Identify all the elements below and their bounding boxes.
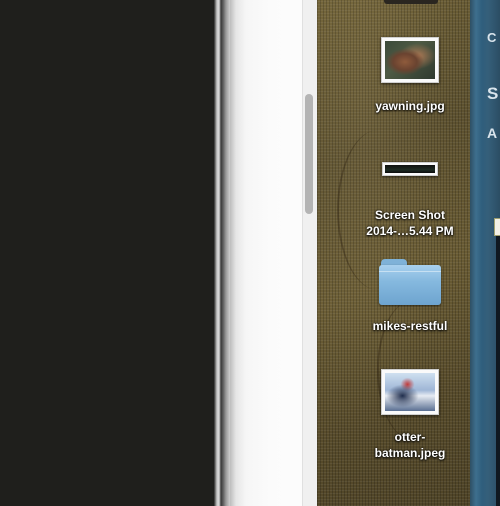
desktop-icon-label: Screen Shot 2014-…5.44 PM [366,208,454,238]
right-window-text-fragment: C [487,30,497,45]
folder-highlight [379,271,441,272]
image-thumbnail-icon [381,37,439,83]
vertical-scrollbar-track[interactable] [302,0,317,506]
screenshot-thumbnail-icon [382,162,438,176]
image-thumbnail-icon [381,369,439,415]
partial-desktop-icon[interactable] [384,0,438,4]
right-window-control[interactable] [494,218,500,236]
desktop-icon-label: mikes-restful [372,319,448,333]
right-window-border [496,218,500,506]
screenshot-preview [385,165,435,173]
right-window-text-fragment: S [487,84,499,103]
desktop-icon-otter-batman[interactable]: otter- batman.jpeg [355,369,465,461]
desktop-icon-screenshot[interactable]: Screen Shot 2014-…5.44 PM [355,162,465,239]
dark-window-pane [0,0,214,506]
vertical-scrollbar-thumb[interactable] [305,94,313,214]
desktop-icon-label: yawning.jpg [375,99,445,113]
desktop-icon-mikes-restful[interactable]: mikes-restful [355,259,465,334]
screen: yawning.jpg Screen Shot 2014-…5.44 PM mi… [0,0,500,506]
yawning-photo [385,41,435,79]
window-divider [214,0,230,506]
otter-batman-photo [385,373,435,411]
desktop-icon-yawning[interactable]: yawning.jpg [355,37,465,114]
folder-icon [379,259,441,305]
right-window-text-fragment: A [487,125,498,141]
desktop-icon-label: otter- batman.jpeg [374,430,446,460]
